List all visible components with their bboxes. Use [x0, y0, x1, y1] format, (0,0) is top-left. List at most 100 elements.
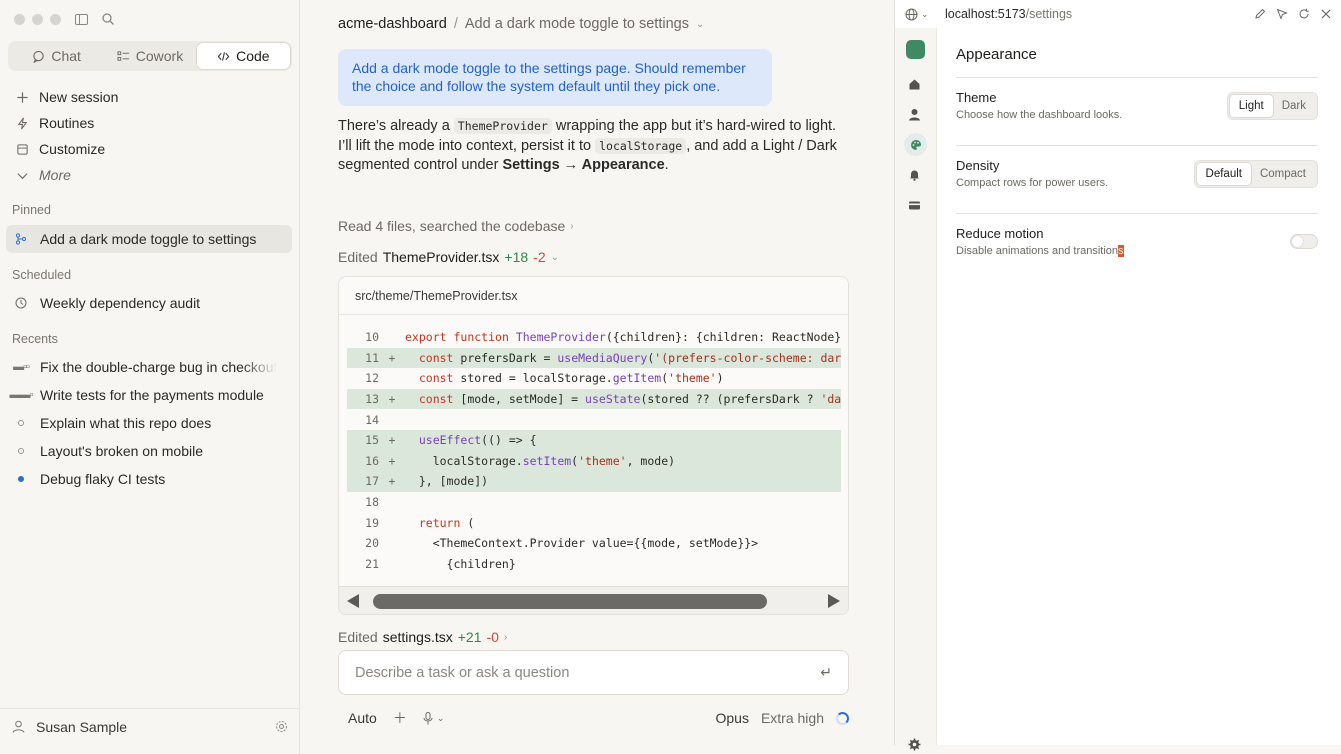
microphone-icon[interactable]: ⌄	[423, 711, 445, 725]
list-item[interactable]: Explain what this repo does	[6, 409, 292, 437]
sidebar-toggle-icon[interactable]	[74, 12, 88, 26]
code-line: 21 {children}	[347, 554, 841, 575]
edit-prefix: Edited	[338, 249, 378, 265]
refresh-icon[interactable]	[1298, 8, 1310, 20]
permission-mode-select[interactable]: Auto	[348, 710, 377, 726]
session-title[interactable]: Add a dark mode toggle to settings	[465, 16, 689, 32]
minimize-window-dot[interactable]	[32, 13, 43, 25]
checklist-icon	[117, 50, 129, 61]
diff-marker: +	[388, 350, 396, 365]
tab-cowork-label: Cowork	[135, 48, 184, 64]
scroll-thumb[interactable]	[373, 594, 767, 609]
enter-icon[interactable]: ↵	[820, 664, 832, 681]
setting-label: Density	[956, 158, 1000, 173]
edit-summary-themeprovider[interactable]: Edited ThemeProvider.tsx +18 -2 ⌄	[338, 249, 559, 265]
line-number: 10	[365, 330, 379, 345]
inline-code: ThemeProvider	[453, 118, 552, 134]
url-host: localhost:5173	[945, 7, 1026, 21]
list-item[interactable]: ▬▫▫ Fix the double-charge bug in checkou…	[6, 353, 292, 381]
line-number: 13	[365, 392, 379, 407]
code-line: 18	[347, 492, 841, 513]
scroll-right-arrow[interactable]	[828, 594, 840, 608]
user-account[interactable]: Susan Sample	[0, 708, 300, 744]
attach-plus-icon[interactable]: ＋	[393, 708, 407, 728]
theme-option-light[interactable]: Light	[1229, 95, 1273, 117]
appearance-settings: Appearance Theme Choose how the dashboar…	[956, 46, 1318, 282]
line-number: 19	[365, 515, 379, 530]
pinned-session[interactable]: Add a dark mode toggle to settings	[6, 225, 292, 253]
code-diff-body[interactable]: 10 export function ThemeProvider({childre…	[347, 327, 841, 585]
pointer-select-icon[interactable]	[1276, 8, 1288, 20]
routines-label: Routines	[39, 115, 95, 131]
palette-icon[interactable]	[904, 133, 927, 156]
text-selection-highlight: s	[1118, 245, 1124, 257]
activity-text: Read 4 files, searched the codebase	[338, 218, 566, 234]
horizontal-scrollbar[interactable]	[339, 586, 848, 614]
user-icon[interactable]	[908, 108, 923, 123]
code-line: 16 + localStorage.setItem('theme', mode)	[347, 450, 841, 472]
model-select[interactable]: Opus	[715, 710, 748, 726]
recents-heading: Recents	[12, 332, 58, 346]
code-line: 17 + }, [mode])	[347, 471, 841, 492]
idle-status-icon	[14, 448, 28, 454]
reduce-motion-toggle[interactable]	[1290, 234, 1318, 249]
close-icon[interactable]	[1320, 8, 1332, 20]
plus-icon	[17, 91, 28, 103]
line-number: 17	[365, 474, 379, 489]
tab-cowork[interactable]: Cowork	[103, 43, 196, 69]
new-session-button[interactable]: New session	[8, 84, 292, 110]
url-field[interactable]: localhost:5173/settings	[945, 7, 1072, 21]
code-text: const stored = localStorage.getItem('the…	[418, 371, 724, 386]
code-text: {children}	[405, 556, 516, 571]
chevron-down-icon[interactable]: ⌄	[696, 19, 704, 30]
list-item[interactable]: Layout's broken on mobile	[6, 437, 292, 465]
routines-link[interactable]: Routines	[8, 110, 292, 136]
line-number: 12	[365, 371, 379, 386]
line-number: 11	[365, 350, 379, 365]
gear-icon[interactable]	[275, 720, 288, 733]
composer-placeholder: Describe a task or ask a question	[355, 664, 570, 681]
maximize-window-dot[interactable]	[50, 13, 61, 25]
code-line: 14	[347, 409, 841, 430]
edit-summary-settings[interactable]: Edited settings.tsx +21 -0 ›	[338, 629, 507, 645]
theme-option-dark[interactable]: Dark	[1273, 95, 1315, 117]
globe-icon[interactable]: ⌄	[905, 8, 945, 21]
chevron-down-icon: ⌄	[436, 712, 445, 723]
more-toggle[interactable]: More	[8, 162, 292, 188]
scheduled-session[interactable]: Weekly dependency audit	[6, 289, 292, 317]
chat-bubble-icon	[33, 50, 45, 63]
search-icon[interactable]	[101, 12, 115, 26]
sidebar-nav: New session Routines Customize More	[8, 84, 292, 188]
code-text: useEffect(() => {	[418, 433, 537, 448]
list-item[interactable]: ▬▬▫ Write tests for the payments module	[6, 381, 292, 409]
tab-code[interactable]: Code	[196, 43, 290, 69]
theme-segmented-control: Light Dark	[1226, 92, 1318, 120]
branch-icon	[14, 233, 28, 245]
code-line: 12 const stored = localStorage.getItem('…	[347, 368, 841, 389]
breadcrumb: acme-dashboard / Add a dark mode toggle …	[338, 16, 704, 32]
tab-chat[interactable]: Chat	[10, 43, 103, 69]
list-item[interactable]: Debug flaky CI tests	[6, 465, 292, 493]
browser-preview: ⌄ localhost:5173/settings Appearance The…	[894, 0, 1341, 751]
scroll-left-arrow[interactable]	[347, 594, 359, 608]
gear-icon[interactable]	[908, 738, 921, 754]
message-input[interactable]: Describe a task or ask a question ↵	[338, 650, 849, 695]
edit-file: ThemeProvider.tsx	[382, 249, 500, 265]
close-window-dot[interactable]	[14, 13, 25, 25]
recent-session-title: Fix the double-charge bug in checkout	[40, 359, 278, 375]
line-number: 21	[365, 556, 379, 571]
app-logo[interactable]	[906, 40, 925, 59]
density-option-compact[interactable]: Compact	[1251, 163, 1315, 185]
lightning-icon	[17, 117, 28, 129]
customize-link[interactable]: Customize	[8, 136, 292, 162]
density-option-default[interactable]: Default	[1196, 163, 1251, 185]
effort-select[interactable]: Extra high	[761, 710, 824, 726]
activity-summary[interactable]: Read 4 files, searched the codebase ›	[338, 218, 574, 234]
pencil-icon[interactable]	[1254, 8, 1266, 20]
loading-spinner-icon	[836, 711, 849, 725]
home-icon[interactable]	[908, 78, 923, 93]
repo-name[interactable]: acme-dashboard	[338, 16, 447, 32]
credit-card-icon[interactable]	[908, 199, 923, 214]
recent-session-title: Explain what this repo does	[40, 415, 212, 431]
bell-icon[interactable]	[908, 168, 923, 183]
